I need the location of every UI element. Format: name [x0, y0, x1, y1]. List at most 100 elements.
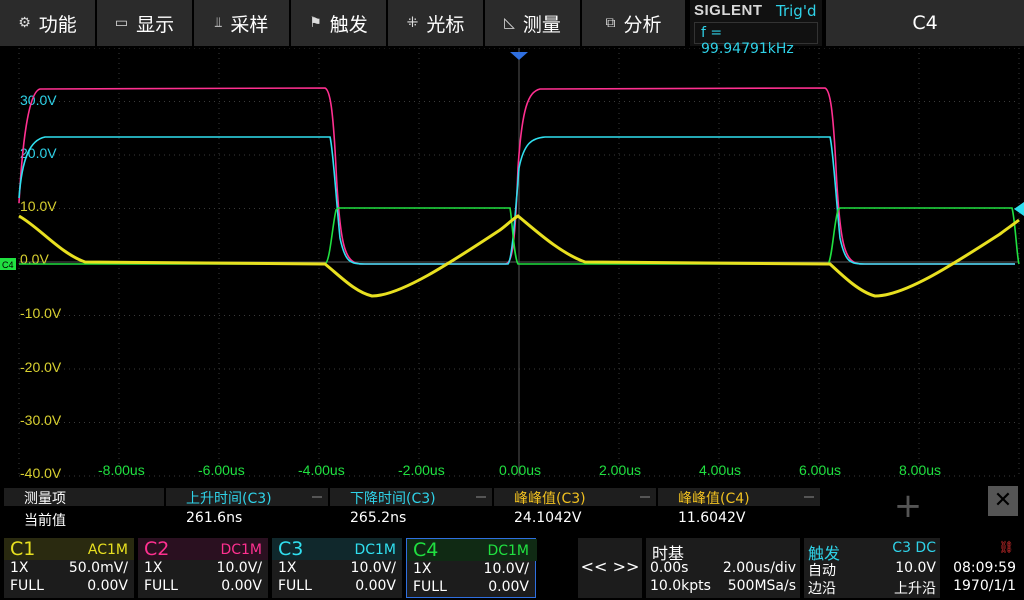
display-icon: ▭ [114, 15, 129, 31]
measure-item-value: 261.6ns [186, 510, 243, 526]
channel-c2-box[interactable]: C2 DC1M 1X 10.0V/ FULL 0.00V [138, 538, 268, 598]
waveform-svg: 30.0V 20.0V 10.0V 0.0V -10.0V -20.0V -30… [0, 47, 1024, 481]
trace-c3 [18, 136, 1015, 265]
trigger-type: 边沿 [808, 581, 836, 597]
channel-offset: 0.00V [87, 578, 128, 594]
channel-name: C2 [144, 538, 170, 560]
trigger-level: 10.0V [895, 560, 936, 576]
channel-probe: 1X [413, 561, 432, 577]
x-label: 6.00us [799, 462, 841, 478]
active-channel-button[interactable]: C4 [826, 0, 1024, 46]
measure-header-label: 测量项 [4, 488, 164, 507]
next-page-button[interactable]: >> [610, 538, 642, 598]
x-label: 0.00us [499, 462, 541, 478]
menu-analysis-button[interactable]: ⧉ 分析 [582, 0, 686, 46]
acquire-icon: ⫫ [214, 15, 223, 31]
menu-display-button[interactable]: ▭ 显示 [97, 0, 193, 46]
measure-item-pkpk-c3[interactable]: 峰峰值(C3) [494, 488, 656, 507]
menu-cursor-label: 光标 [426, 13, 465, 36]
measure-item-value: 24.1042V [514, 510, 582, 526]
channel-c3-box[interactable]: C3 DC1M 1X 10.0V/ FULL 0.00V [272, 538, 402, 598]
channel-coupling: DC1M [354, 542, 396, 558]
trace-c2 [18, 87, 1015, 265]
status-bar: C1 AC1M 1X 50.0mV/ FULL 0.00V C2 DC1M 1X… [0, 536, 1024, 600]
brand-logo: SIGLENT [694, 2, 763, 19]
cursor-icon: ⁜ [406, 15, 419, 31]
menu-acquire-button[interactable]: ⫫ 采样 [194, 0, 290, 46]
channel-scale: 10.0V/ [483, 561, 529, 577]
status-header: SIGLENT Trig'd f = 99.94791kHz [690, 0, 822, 57]
usb-icon: ⛓ [998, 540, 1014, 554]
measure-item-name: 上升时间(C3) [186, 491, 272, 507]
measure-item-name: 峰峰值(C4) [678, 491, 750, 507]
add-measurement-button[interactable]: + [876, 486, 940, 530]
channel-scale: 10.0V/ [216, 560, 262, 576]
measure-item-fall-time[interactable]: 下降时间(C3) [330, 488, 492, 507]
channel-name: C3 [278, 538, 304, 560]
trigger-box[interactable]: 触发 C3 DC 自动 10.0V 边沿 上升沿 [804, 538, 940, 598]
measure-icon: ◺ [504, 15, 515, 31]
menu-display-label: 显示 [136, 13, 175, 36]
waveform-display[interactable]: 30.0V 20.0V 10.0V 0.0V -10.0V -20.0V -30… [0, 47, 1024, 481]
close-measurement-button[interactable]: ✕ [988, 486, 1018, 516]
channel-offset: 0.00V [488, 579, 529, 595]
menu-function-button[interactable]: ⚙ 功能 [0, 0, 96, 46]
x-axis-labels: -8.00us -6.00us -4.00us -2.00us 0.00us 2… [98, 462, 941, 478]
measure-item-name: 峰峰值(C3) [514, 491, 586, 507]
clock-time: 08:09:59 [953, 560, 1016, 576]
channel-probe: 1X [144, 560, 163, 576]
channel-probe: 1X [278, 560, 297, 576]
top-menu-bar: ⚙ 功能 ▭ 显示 ⫫ 采样 ⚑ 触发 ⁜ 光标 ◺ 测量 ⧉ 分析 SIGLE… [0, 0, 1024, 57]
trigger-flag-icon: ⚑ [309, 15, 322, 31]
channel-offset: 0.00V [355, 578, 396, 594]
channel-scale: 10.0V/ [350, 560, 396, 576]
clock-date: 1970/1/1 [953, 578, 1016, 594]
y-label: -10.0V [20, 305, 62, 321]
x-label: 2.00us [599, 462, 641, 478]
clock-box: ⛓ 08:09:59 1970/1/1 [946, 538, 1022, 598]
channel-probe: 1X [10, 560, 29, 576]
y-label: 10.0V [20, 198, 57, 214]
x-label: 4.00us [699, 462, 741, 478]
prev-page-button[interactable]: << [578, 538, 610, 598]
channel-coupling: AC1M [87, 542, 128, 558]
menu-function-label: 功能 [38, 13, 77, 36]
channel-bandwidth: FULL [144, 578, 178, 594]
active-channel-label: C4 [912, 12, 938, 34]
menu-analysis-label: 分析 [623, 13, 662, 36]
x-label: -2.00us [398, 462, 445, 478]
gear-icon: ⚙ [18, 15, 31, 31]
measure-item-rise-time[interactable]: 上升时间(C3) [166, 488, 328, 507]
menu-trigger-label: 触发 [329, 13, 368, 36]
trigger-slope: 上升沿 [894, 581, 936, 597]
channel-c1-box[interactable]: C1 AC1M 1X 50.0mV/ FULL 0.00V [4, 538, 134, 598]
menu-cursor-button[interactable]: ⁜ 光标 [388, 0, 484, 46]
y-label: 30.0V [20, 92, 57, 108]
timebase-points: 10.0kpts [650, 578, 711, 594]
ch4-offset-label: C4 [2, 260, 14, 270]
channel-name: C4 [413, 539, 439, 561]
channel-name: C1 [10, 538, 36, 560]
timebase-rate: 500MSa/s [727, 578, 796, 594]
measure-item-pkpk-c4[interactable]: 峰峰值(C4) [658, 488, 820, 507]
x-label: 8.00us [899, 462, 941, 478]
channel-scale: 50.0mV/ [68, 560, 128, 576]
trigger-position-marker[interactable] [510, 52, 528, 60]
channel-bandwidth: FULL [10, 578, 44, 594]
measure-value-label: 当前值 [24, 513, 66, 529]
menu-trigger-button[interactable]: ⚑ 触发 [291, 0, 387, 46]
channel-c4-box[interactable]: C4 DC1M 1X 10.0V/ FULL 0.00V [406, 538, 537, 598]
measurement-panel[interactable]: 测量项 当前值 上升时间(C3) 261.6ns 下降时间(C3) 265.2n… [0, 484, 1024, 534]
y-axis-labels: 30.0V 20.0V 10.0V 0.0V -10.0V -20.0V -30… [20, 92, 62, 481]
menu-acquire-label: 采样 [230, 13, 269, 36]
timebase-delay: 0.00s [650, 560, 689, 576]
timebase-box[interactable]: 时基 0.00s 2.00us/div 10.0kpts 500MSa/s [646, 538, 800, 598]
analysis-icon: ⧉ [605, 15, 616, 31]
y-label: -40.0V [20, 465, 62, 480]
channel-bandwidth: FULL [278, 578, 312, 594]
menu-measure-button[interactable]: ◺ 测量 [485, 0, 581, 46]
channel-coupling: DC1M [220, 542, 262, 558]
y-label: -30.0V [20, 412, 62, 428]
channel-offset: 0.00V [221, 578, 262, 594]
measure-item-name: 下降时间(C3) [350, 491, 436, 507]
